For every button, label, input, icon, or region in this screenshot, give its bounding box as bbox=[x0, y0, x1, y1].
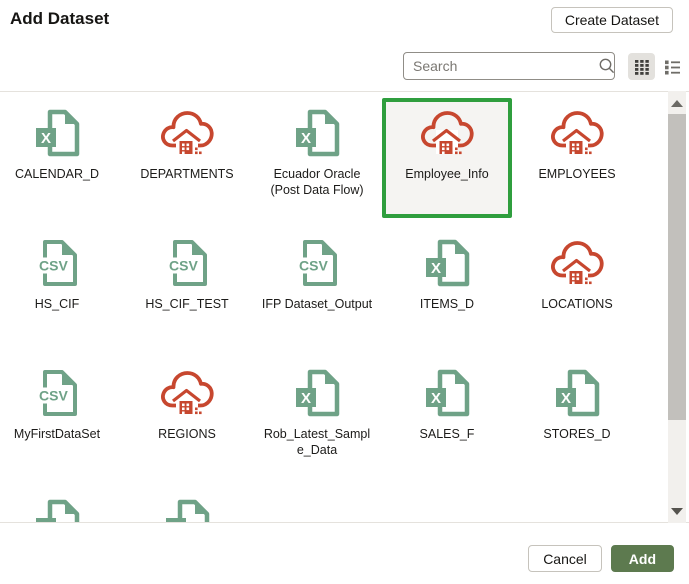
dataset-label: Ecuador Oracle (Post Data Flow) bbox=[270, 167, 364, 198]
cloud-dataset-icon bbox=[549, 105, 605, 161]
xlsx-file-icon: X bbox=[159, 495, 215, 523]
scroll-up-icon bbox=[671, 99, 683, 107]
svg-text:X: X bbox=[431, 390, 441, 407]
svg-text:X: X bbox=[301, 390, 311, 407]
svg-text:CSV: CSV bbox=[39, 258, 68, 274]
xlsx-file-icon: X bbox=[419, 365, 475, 421]
scrollbar[interactable] bbox=[668, 91, 686, 523]
scroll-up-button[interactable] bbox=[668, 93, 686, 113]
scroll-down-icon bbox=[671, 507, 683, 515]
scroll-down-button[interactable] bbox=[668, 501, 686, 521]
dataset-label: HS_CIF bbox=[34, 297, 80, 311]
svg-text:CSV: CSV bbox=[299, 258, 328, 274]
search-box[interactable] bbox=[403, 52, 615, 80]
xlsx-file-icon: X bbox=[419, 235, 475, 291]
svg-text:X: X bbox=[301, 130, 311, 147]
grid-view-button[interactable] bbox=[628, 53, 655, 80]
dataset-list-panel: X CALENDAR_D DEPARTMENTS X Ecuador Oracl… bbox=[0, 91, 689, 523]
dataset-label: STORES_D bbox=[543, 427, 611, 441]
dataset-label: MyFirstDataSet bbox=[13, 427, 101, 441]
dataset-tile[interactable]: X bbox=[0, 488, 122, 523]
dataset-tile[interactable]: CSV HS_CIF_TEST bbox=[122, 228, 252, 348]
dataset-tile[interactable]: X STORES_D bbox=[512, 358, 642, 478]
cloud-dataset-icon bbox=[419, 105, 475, 161]
dataset-tile[interactable]: X ITEMS_D bbox=[382, 228, 512, 348]
add-button[interactable]: Add bbox=[610, 545, 674, 572]
dataset-tile[interactable]: REGIONS bbox=[122, 358, 252, 478]
cloud-dataset-icon bbox=[549, 235, 605, 291]
dataset-label: Rob_Latest_Sample_Data bbox=[263, 427, 371, 458]
dataset-tile[interactable]: X SALES_F bbox=[382, 358, 512, 478]
cloud-dataset-icon bbox=[159, 105, 215, 161]
dataset-label: LOCATIONS bbox=[541, 297, 613, 311]
scrollbar-thumb[interactable] bbox=[668, 114, 686, 420]
search-input[interactable] bbox=[404, 58, 598, 74]
dialog-footer: Cancel Add bbox=[528, 545, 674, 572]
svg-text:X: X bbox=[171, 520, 181, 523]
grid-view-icon bbox=[634, 59, 649, 75]
list-view-button[interactable] bbox=[659, 53, 686, 80]
dataset-label: DEPARTMENTS bbox=[140, 167, 234, 181]
dataset-tile[interactable]: LOCATIONS bbox=[512, 228, 642, 348]
svg-text:X: X bbox=[561, 390, 571, 407]
svg-text:CSV: CSV bbox=[169, 258, 198, 274]
dataset-tile[interactable]: CSV MyFirstDataSet bbox=[0, 358, 122, 478]
svg-text:X: X bbox=[431, 260, 441, 277]
page-title: Add Dataset bbox=[10, 9, 110, 28]
xlsx-file-icon: X bbox=[289, 365, 345, 421]
dataset-grid: X CALENDAR_D DEPARTMENTS X Ecuador Oracl… bbox=[0, 98, 642, 523]
csv-file-icon: CSV bbox=[29, 235, 85, 291]
dataset-label: EMPLOYEES bbox=[538, 167, 616, 181]
dataset-label: CALENDAR_D bbox=[14, 167, 100, 181]
xlsx-file-icon: X bbox=[29, 105, 85, 161]
dataset-tile[interactable]: CSV IFP Dataset_Output bbox=[252, 228, 382, 348]
csv-file-icon: CSV bbox=[289, 235, 345, 291]
dataset-tile[interactable]: DEPARTMENTS bbox=[122, 98, 252, 218]
cloud-dataset-icon bbox=[159, 365, 215, 421]
dataset-tile[interactable]: CSV HS_CIF bbox=[0, 228, 122, 348]
dataset-label: REGIONS bbox=[158, 427, 216, 441]
svg-text:CSV: CSV bbox=[39, 388, 68, 404]
svg-text:X: X bbox=[41, 130, 51, 147]
xlsx-file-icon: X bbox=[549, 365, 605, 421]
csv-file-icon: CSV bbox=[159, 235, 215, 291]
dataset-tile[interactable]: EMPLOYEES bbox=[512, 98, 642, 218]
dataset-label: HS_CIF_TEST bbox=[145, 297, 229, 311]
xlsx-file-icon: X bbox=[289, 105, 345, 161]
dataset-label: ITEMS_D bbox=[419, 297, 475, 311]
create-dataset-button[interactable]: Create Dataset bbox=[550, 7, 673, 33]
xlsx-file-icon: X bbox=[29, 495, 85, 523]
svg-text:X: X bbox=[41, 520, 51, 523]
dataset-tile[interactable]: X bbox=[122, 488, 252, 523]
dataset-tile[interactable]: X CALENDAR_D bbox=[0, 98, 122, 218]
csv-file-icon: CSV bbox=[29, 365, 85, 421]
list-view-icon bbox=[665, 60, 680, 74]
dataset-tile[interactable]: Employee_Info bbox=[382, 98, 512, 218]
dataset-label: IFP Dataset_Output bbox=[261, 297, 373, 311]
dataset-label: Employee_Info bbox=[405, 167, 489, 181]
dataset-tile[interactable]: X Ecuador Oracle (Post Data Flow) bbox=[252, 98, 382, 218]
dataset-label: SALES_F bbox=[419, 427, 475, 441]
dataset-tile[interactable]: X Rob_Latest_Sample_Data bbox=[252, 358, 382, 478]
add-dataset-dialog: { "dialog": { "title": "Add Dataset", "c… bbox=[0, 0, 689, 584]
search-icon bbox=[599, 58, 615, 74]
cancel-button[interactable]: Cancel bbox=[528, 545, 602, 572]
